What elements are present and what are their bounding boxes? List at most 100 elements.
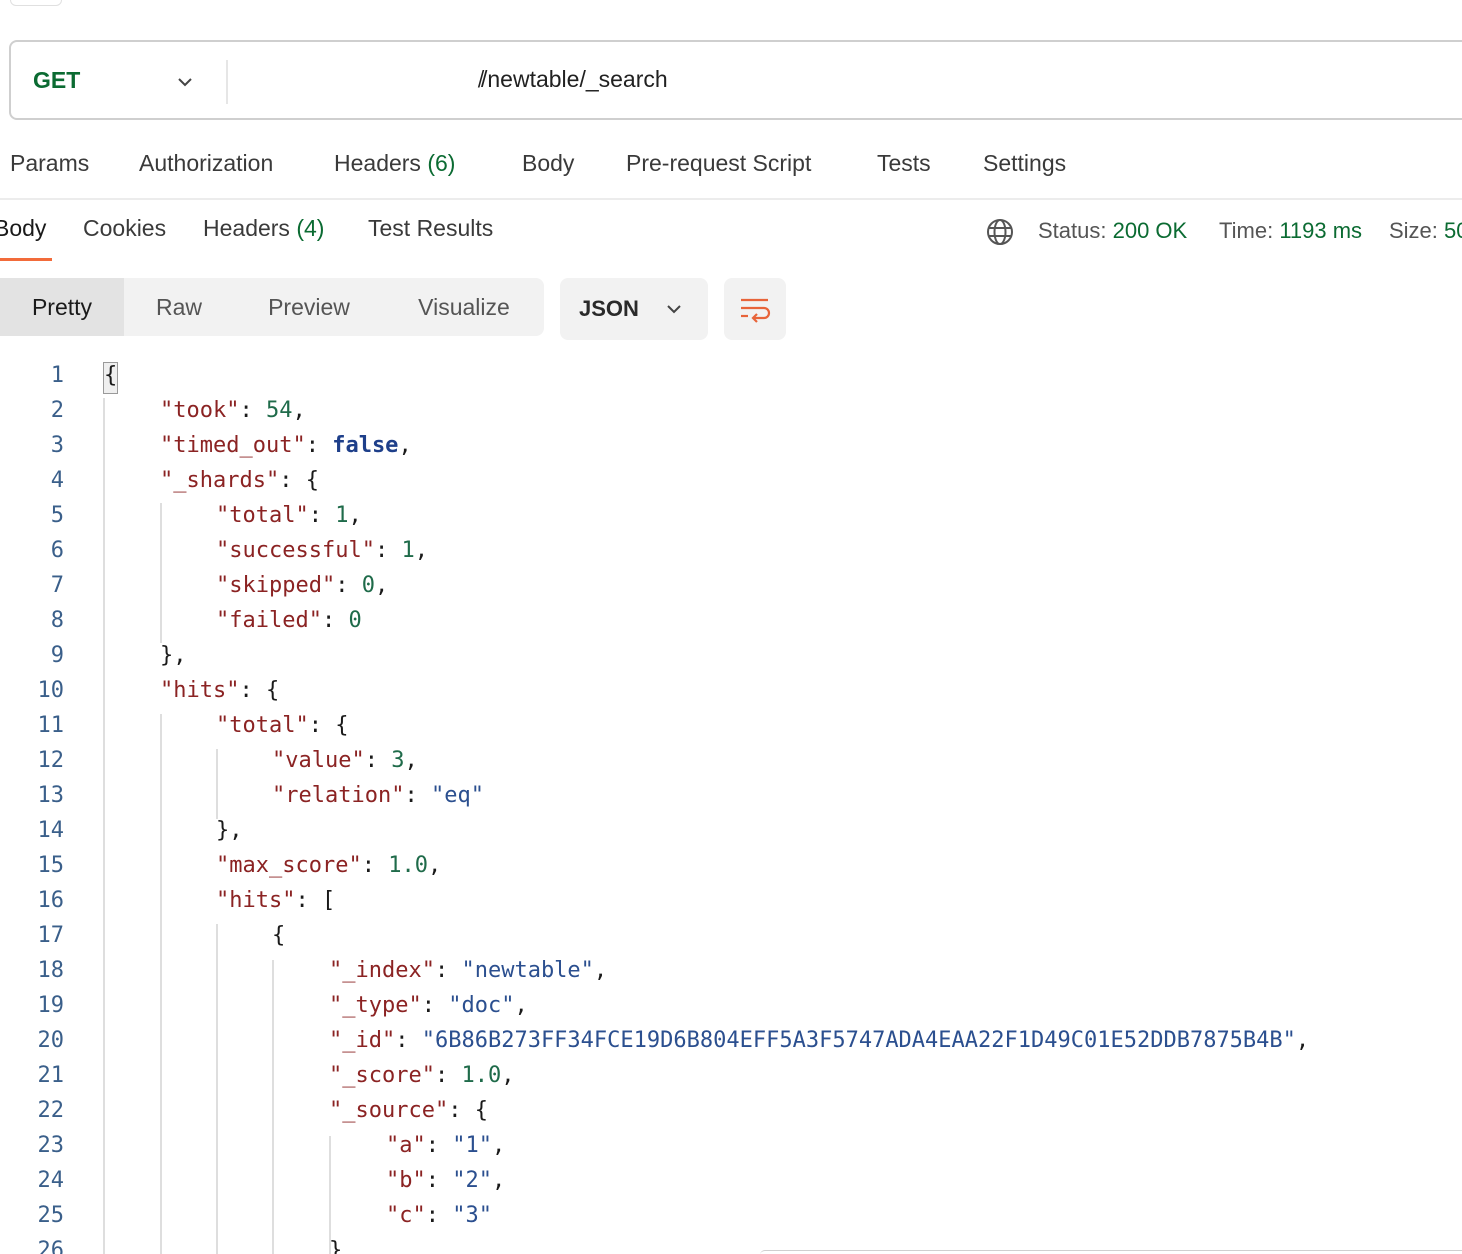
line-text: "total": 1,	[216, 503, 362, 528]
view-pretty-button[interactable]: Pretty	[0, 278, 124, 336]
response-tab-body[interactable]: Body	[0, 215, 46, 242]
view-visualize-button[interactable]: Visualize	[398, 278, 530, 336]
time-label: Time:	[1219, 218, 1274, 243]
line-text: "_id": "6B86B273FF34FCE19D6B804EFF5A3F57…	[329, 1028, 1310, 1053]
line-number: 8	[50, 608, 64, 633]
json-value: "6B86B273FF34FCE19D6B804EFF5A3F5747ADA4E…	[421, 1028, 1296, 1053]
line-number: 15	[37, 853, 65, 878]
json-value: false	[332, 433, 399, 458]
line-text: },	[216, 818, 243, 843]
tab-body[interactable]: Body	[522, 150, 574, 177]
json-value: "doc"	[448, 993, 515, 1018]
line-number: 21	[37, 1063, 65, 1088]
line-text: "timed_out": false,	[160, 433, 412, 458]
indent-guide	[272, 960, 274, 1254]
time-indicator[interactable]: Time: 1193 ms	[1219, 218, 1362, 244]
line-number: 3	[50, 433, 64, 458]
line-number: 25	[37, 1203, 65, 1228]
line-number: 26	[37, 1238, 65, 1254]
indent-guide	[216, 924, 218, 1254]
line-number: 2	[50, 398, 64, 423]
json-value: 1.0	[461, 1063, 502, 1088]
line-text: {	[104, 363, 118, 388]
line-text: "hits": [	[216, 888, 336, 913]
json-value: 54	[265, 398, 293, 423]
tab-tests[interactable]: Tests	[877, 150, 931, 177]
status-label: Status:	[1038, 218, 1107, 243]
tab-headers-label: Headers	[334, 150, 421, 176]
json-value: "eq"	[430, 783, 484, 808]
line-text: "skipped": 0,	[216, 573, 389, 598]
line-number: 6	[50, 538, 64, 563]
line-text: "took": 54,	[160, 398, 306, 423]
line-text: "successful": 1,	[216, 538, 428, 563]
tab-authorization[interactable]: Authorization	[139, 150, 273, 177]
view-raw-button[interactable]: Raw	[134, 278, 224, 336]
line-text: "b": "2",	[386, 1168, 506, 1193]
line-text: "_score": 1.0,	[329, 1063, 515, 1088]
response-tab-test-results[interactable]: Test Results	[368, 215, 493, 242]
top-toolbar-button[interactable]	[10, 0, 62, 6]
chevron-down-icon[interactable]	[173, 70, 197, 94]
json-value: "2"	[452, 1168, 492, 1193]
tab-pre-request-script[interactable]: Pre-request Script	[626, 150, 811, 177]
indent-guide	[216, 749, 218, 819]
json-value: 0	[348, 608, 362, 633]
json-value: 0	[361, 573, 375, 598]
chevron-down-icon	[667, 305, 681, 314]
line-number: 18	[37, 958, 65, 983]
line-text: "_type": "doc",	[329, 993, 528, 1018]
line-text: "total": {	[216, 713, 349, 738]
tab-headers-count: (6)	[427, 150, 456, 176]
url-input[interactable]: ̸/newtable/_search	[481, 66, 668, 93]
response-code-viewer[interactable]: 1 { 2 "took": 54, 3 "timed_out": false, 4 "_…	[0, 360, 1462, 1254]
tab-settings[interactable]: Settings	[983, 150, 1066, 177]
tab-params[interactable]: Params	[10, 150, 89, 177]
line-text: "_source": {	[329, 1098, 488, 1123]
tab-headers[interactable]: Headers (6)	[334, 150, 455, 177]
json-value: 1.0	[388, 853, 428, 878]
line-number: 10	[37, 678, 65, 703]
time-value: 1193 ms	[1279, 218, 1363, 243]
view-mode-group: Pretty Raw Preview Visualize	[0, 278, 544, 336]
line-number: 4	[50, 468, 64, 493]
line-text: "relation": "eq"	[272, 783, 484, 808]
line-text: "value": 3,	[272, 748, 418, 773]
indent-guide	[160, 714, 162, 1254]
line-text: "max_score": 1.0,	[216, 853, 442, 878]
size-indicator[interactable]: Size: 50	[1389, 218, 1462, 244]
status-value: 200 OK	[1112, 218, 1188, 243]
response-tab-headers-count: (4)	[296, 215, 325, 241]
request-url-bar: GET ̸/newtable/_search	[9, 40, 1462, 120]
url-divider	[226, 60, 228, 104]
bottom-panel-edge	[760, 1250, 1462, 1254]
line-number: 20	[37, 1028, 65, 1053]
line-number: 1	[50, 363, 64, 388]
response-tab-headers-label: Headers	[203, 215, 290, 241]
line-number: 23	[37, 1133, 65, 1158]
line-text: "_shards": {	[160, 468, 319, 493]
format-label: JSON	[579, 296, 639, 321]
line-text: {	[272, 923, 286, 948]
line-number: 22	[37, 1098, 65, 1123]
postman-request-page: GET ̸/newtable/_search Params Authorizat…	[0, 0, 1462, 1254]
line-number: 7	[50, 573, 64, 598]
format-select[interactable]: JSON	[560, 278, 708, 340]
wrap-lines-icon	[741, 298, 771, 323]
http-method-select[interactable]: GET	[33, 67, 80, 94]
line-number: 11	[37, 713, 65, 738]
wrap-lines-button[interactable]	[724, 278, 786, 340]
line-number: 13	[37, 783, 65, 808]
json-value: 1	[401, 538, 415, 563]
line-number: 24	[37, 1168, 65, 1193]
active-tab-indicator	[0, 258, 52, 261]
response-tab-headers[interactable]: Headers (4)	[203, 215, 324, 242]
line-number: 9	[50, 643, 64, 668]
section-divider	[0, 198, 1462, 200]
json-value: "1"	[452, 1133, 492, 1158]
response-tab-cookies[interactable]: Cookies	[83, 215, 166, 242]
view-preview-button[interactable]: Preview	[250, 278, 368, 336]
status-indicator[interactable]: Status: 200 OK	[1038, 218, 1187, 244]
globe-icon[interactable]	[985, 217, 1015, 247]
line-number: 14	[37, 818, 65, 843]
